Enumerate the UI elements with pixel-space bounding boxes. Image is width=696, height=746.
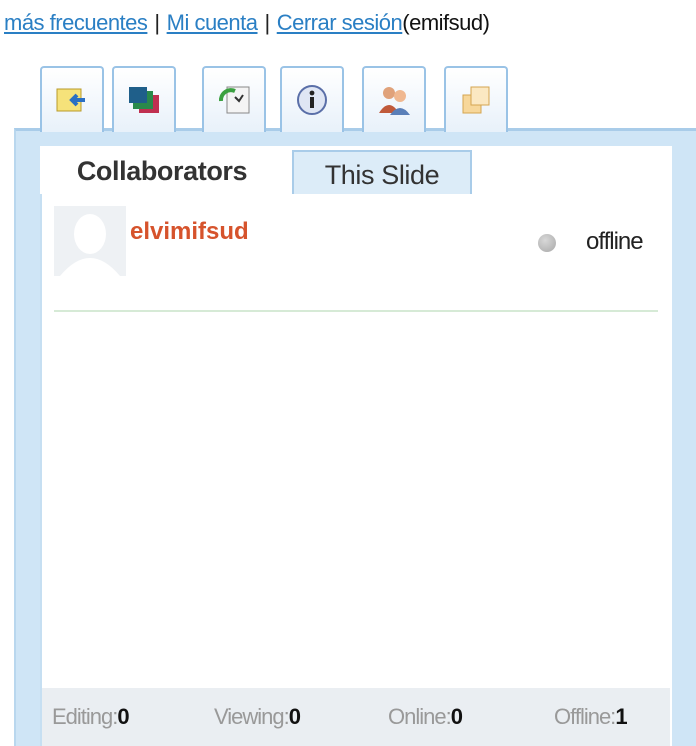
viewing-label: Viewing:: [214, 704, 290, 729]
tab-slides[interactable]: [112, 66, 176, 132]
import-icon: [56, 88, 85, 112]
link-most-frequent[interactable]: más frecuentes: [4, 10, 148, 35]
top-link-bar: más frecuentes | Mi cuenta | Cerrar sesión(e…: [0, 0, 696, 50]
separator: |: [154, 10, 160, 35]
divider: [54, 310, 658, 312]
info-icon: [297, 85, 327, 115]
viewing-value: 0: [288, 704, 301, 729]
slides-icon: [129, 87, 159, 113]
tab-info[interactable]: [280, 66, 344, 132]
editing-count: Editing:0: [52, 704, 130, 730]
collaborator-status: offline: [586, 228, 644, 255]
link-my-account[interactable]: Mi cuenta: [167, 10, 258, 35]
avatar-silhouette-icon: [54, 206, 126, 276]
editing-value: 0: [117, 704, 129, 729]
tab-layers[interactable]: [444, 66, 508, 132]
online-value: 0: [450, 704, 463, 729]
tab-collaborators[interactable]: Collaborators: [40, 146, 284, 194]
tab-history[interactable]: [202, 66, 266, 132]
offline-value: 1: [615, 704, 627, 729]
viewing-count: Viewing:0: [214, 704, 301, 730]
users-icon: [379, 87, 410, 115]
online-count: Online:0: [388, 704, 463, 730]
separator: |: [264, 10, 271, 35]
link-logout[interactable]: Cerrar sesión: [277, 10, 403, 35]
tab-import[interactable]: [40, 66, 104, 132]
avatar: [54, 206, 126, 276]
collaborator-name[interactable]: elvimifsud: [130, 218, 249, 246]
layers-icon: [462, 86, 490, 114]
offline-label: Offline:: [554, 704, 616, 729]
online-label: Online:: [388, 704, 452, 729]
tab-users[interactable]: [362, 66, 426, 132]
editing-label: Editing:: [52, 704, 118, 729]
offline-count: Offline:1: [554, 704, 628, 730]
current-username: (emifsud): [402, 10, 490, 35]
presence-summary: Editing:0 Viewing:0 Online:0 Offline:1: [42, 688, 670, 746]
tab-this-slide[interactable]: This Slide: [292, 150, 472, 194]
status-dot-icon: [538, 234, 556, 252]
history-icon: [219, 86, 250, 114]
